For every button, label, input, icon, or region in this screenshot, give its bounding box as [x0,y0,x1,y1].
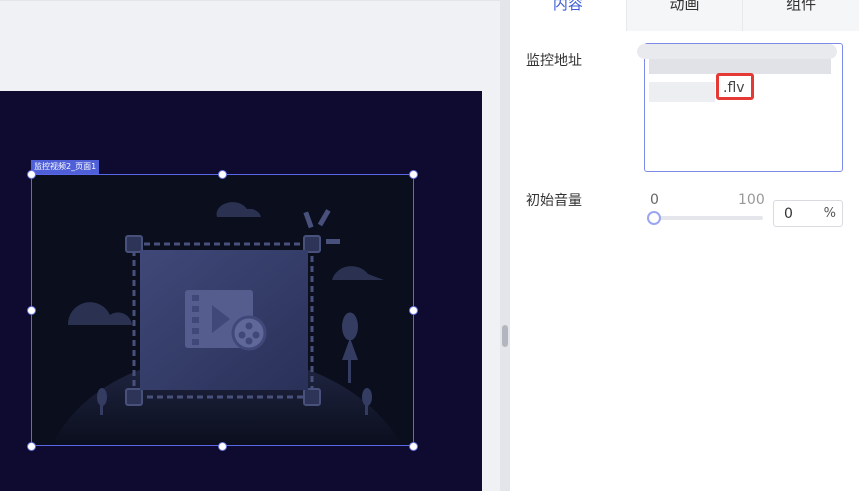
monitor-url-label: 监控地址 [526,53,582,69]
tab-component[interactable]: 组件 [743,0,859,31]
blurred-url-segment [649,59,831,74]
resize-handle-top[interactable] [218,170,227,179]
resize-handle-top-left[interactable] [27,170,36,179]
canvas-editor: 监控视频2_页面1 [0,0,500,491]
resize-handle-left[interactable] [27,306,36,315]
monitor-url-textarea[interactable]: .flv [637,43,843,172]
blurred-url-segment [649,82,715,102]
volume-max-label: 100 [738,192,765,208]
monitor-video-widget[interactable] [31,174,414,446]
editor-top-border [0,0,500,1]
volume-unit: % [823,206,836,221]
resize-handle-top-right[interactable] [409,170,418,179]
editor-scrollbar[interactable] [500,0,510,491]
volume-slider-track[interactable] [653,216,763,220]
volume-value: 0 [784,206,793,222]
scrollbar-thumb[interactable] [502,325,508,347]
volume-min-label: 0 [650,192,659,208]
video-placeholder-illustration [52,202,402,445]
tab-content[interactable]: 内容 [510,0,627,31]
blurred-url-segment [637,44,837,59]
panel-tabs: 内容 动画 组件 [510,0,859,31]
tab-animation[interactable]: 动画 [626,0,744,31]
url-suffix-highlight-box [716,73,754,100]
property-panel: 内容 动画 组件 监控地址 .flv 初始音量 0 100 0 % [510,0,859,491]
resize-handle-right[interactable] [409,306,418,315]
volume-number-input[interactable]: 0 % [773,200,843,227]
resize-handle-bottom-left[interactable] [27,442,36,451]
initial-volume-label: 初始音量 [526,193,582,209]
app-root: 监控视频2_页面1 内容 动画 组件 监控地址 .flv 初始音量 0 100 … [0,0,859,491]
widget-name-tag: 监控视频2_页面1 [31,160,100,174]
volume-slider-handle[interactable] [647,211,661,225]
resize-handle-bottom-right[interactable] [409,442,418,451]
resize-handle-bottom[interactable] [218,442,227,451]
